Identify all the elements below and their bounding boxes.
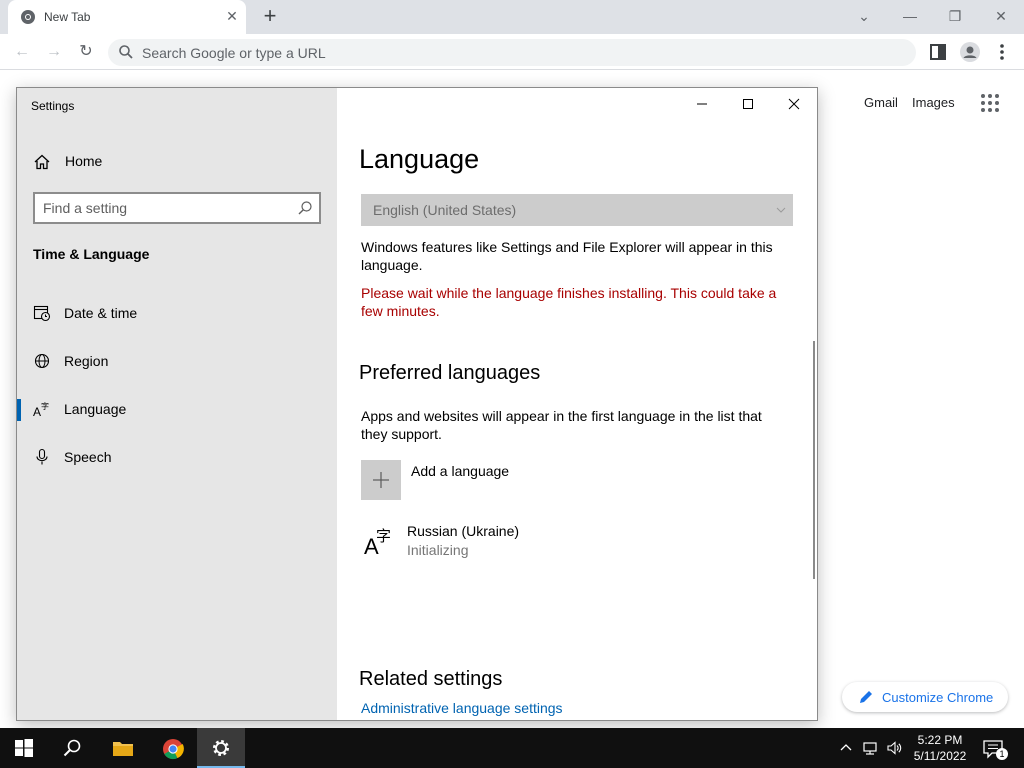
settings-content: Language English (United States) Windows… xyxy=(337,88,817,720)
content-scrollbar[interactable] xyxy=(813,341,815,579)
volume-icon[interactable] xyxy=(886,740,902,756)
customize-chrome-button[interactable]: Customize Chrome xyxy=(842,682,1008,712)
sidebar-item-label: Date & time xyxy=(64,305,138,321)
language-icon: A 字 xyxy=(364,527,391,559)
taskbar: 5:22 PM 5/11/2022 1 xyxy=(0,728,1024,768)
more-menu-icon[interactable] xyxy=(990,40,1014,64)
browser-toolbar: ← → ↻ Search Google or type a URL xyxy=(0,34,1024,70)
add-box xyxy=(361,460,401,500)
images-link[interactable]: Images xyxy=(912,95,955,110)
page-title: Language xyxy=(359,144,480,174)
google-apps-icon[interactable] xyxy=(980,93,1000,113)
tab-title: New Tab xyxy=(44,10,91,24)
chrome-icon xyxy=(163,739,184,760)
chevron-down-icon xyxy=(776,207,786,213)
sidebar-item-label: Language xyxy=(64,401,127,417)
chrome-taskbar-button[interactable] xyxy=(148,728,196,768)
minimize-icon[interactable]: — xyxy=(898,4,922,28)
language-icon: A 字 xyxy=(33,401,49,418)
settings-sidebar: Settings Home Time & Language Date xyxy=(17,88,337,720)
find-setting-field[interactable] xyxy=(33,192,321,224)
chrome-favicon-icon xyxy=(21,10,35,24)
settings-window: Settings Home Time & Language Date xyxy=(16,87,818,721)
home-label: Home xyxy=(65,153,103,169)
side-panel-icon[interactable] xyxy=(926,40,950,64)
calendar-clock-icon xyxy=(33,305,51,322)
gmail-link[interactable]: Gmail xyxy=(864,95,898,110)
plus-icon xyxy=(373,472,389,488)
pencil-icon xyxy=(860,691,872,703)
svg-text:字: 字 xyxy=(376,527,391,545)
language-name: Russian (Ukraine) xyxy=(407,523,520,539)
sidebar-item-language[interactable]: A 字 Language xyxy=(17,389,337,429)
sidebar-item-label: Region xyxy=(64,353,109,369)
restore-icon[interactable]: ❐ xyxy=(943,4,967,28)
chevron-up-icon[interactable] xyxy=(838,740,854,756)
back-icon[interactable]: ← xyxy=(10,40,34,64)
search-icon[interactable] xyxy=(297,200,313,216)
close-window-icon[interactable]: ✕ xyxy=(989,4,1013,28)
start-button[interactable] xyxy=(0,728,48,768)
language-status: Initializing xyxy=(407,542,469,558)
display-language-value: English (United States) xyxy=(373,202,517,218)
preferred-languages-description: Apps and websites will appear in the fir… xyxy=(361,408,762,442)
window-title: Settings xyxy=(31,99,75,113)
svg-text:A: A xyxy=(33,405,41,418)
display-language-dropdown[interactable]: English (United States) xyxy=(361,194,793,226)
browser-tab-strip: New Tab ✕ + ⌄ — ❐ ✕ xyxy=(0,0,1024,34)
forward-icon[interactable]: → xyxy=(42,40,66,64)
tab-new-tab[interactable]: New Tab ✕ xyxy=(8,0,246,34)
omnibox[interactable]: Search Google or type a URL xyxy=(108,39,916,66)
taskbar-clock[interactable]: 5:22 PM 5/11/2022 xyxy=(908,732,972,764)
search-button[interactable] xyxy=(48,728,96,768)
search-icon xyxy=(119,45,133,59)
gear-icon xyxy=(213,740,229,756)
new-tab-button[interactable]: + xyxy=(258,5,282,29)
related-settings-heading: Related settings xyxy=(359,668,503,690)
minimize-icon[interactable] xyxy=(687,94,717,114)
settings-taskbar-button[interactable] xyxy=(197,728,245,768)
sidebar-item-label: Speech xyxy=(64,449,112,465)
windows-logo-icon xyxy=(15,739,33,757)
file-explorer-button[interactable] xyxy=(98,728,146,768)
sidebar-item-region[interactable]: Region xyxy=(17,341,337,381)
install-warning: Please wait while the language finishes … xyxy=(361,285,777,319)
home-icon xyxy=(34,154,50,170)
network-icon[interactable] xyxy=(862,740,878,756)
omnibox-placeholder: Search Google or type a URL xyxy=(142,45,326,61)
sidebar-item-speech[interactable]: Speech xyxy=(17,437,337,477)
globe-icon xyxy=(34,353,50,369)
clock-time: 5:22 PM xyxy=(917,733,963,747)
maximize-icon[interactable] xyxy=(733,94,763,114)
tab-search-icon[interactable]: ⌄ xyxy=(852,4,876,28)
folder-icon xyxy=(113,742,133,756)
administrative-language-settings-link[interactable]: Administrative language settings xyxy=(361,700,563,716)
svg-text:字: 字 xyxy=(41,401,49,411)
display-language-description: Windows features like Settings and File … xyxy=(361,239,773,273)
profile-avatar-icon[interactable] xyxy=(958,40,982,64)
find-setting-input[interactable] xyxy=(43,199,293,217)
notification-count-badge: 1 xyxy=(996,748,1008,760)
customize-chrome-label: Customize Chrome xyxy=(882,690,994,705)
close-icon[interactable] xyxy=(779,94,809,114)
add-language-button[interactable]: Add a language xyxy=(361,460,661,500)
add-language-label: Add a language xyxy=(411,463,510,479)
preferred-languages-heading: Preferred languages xyxy=(359,362,541,384)
sidebar-item-date-time[interactable]: Date & time xyxy=(17,293,337,333)
search-icon xyxy=(63,739,81,757)
clock-date: 5/11/2022 xyxy=(913,749,967,763)
list-item[interactable]: A 字 Russian (Ukraine) Initializing xyxy=(361,520,661,564)
microphone-icon xyxy=(36,448,48,465)
reload-icon[interactable]: ↻ xyxy=(74,40,98,64)
section-title: Time & Language xyxy=(33,246,150,262)
close-icon[interactable]: ✕ xyxy=(224,8,240,24)
